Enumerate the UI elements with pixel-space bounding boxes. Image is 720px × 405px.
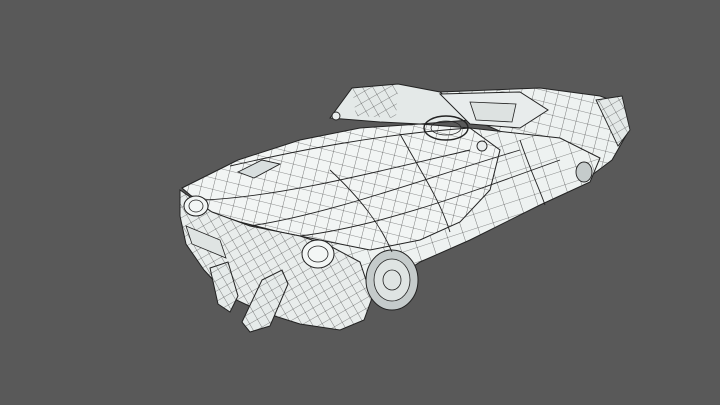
windshield	[329, 83, 472, 125]
3d-viewport[interactable]	[0, 0, 720, 405]
car-wireframe-model[interactable]	[0, 0, 720, 405]
rear-wheel	[575, 161, 593, 183]
front-wheel	[365, 249, 419, 311]
